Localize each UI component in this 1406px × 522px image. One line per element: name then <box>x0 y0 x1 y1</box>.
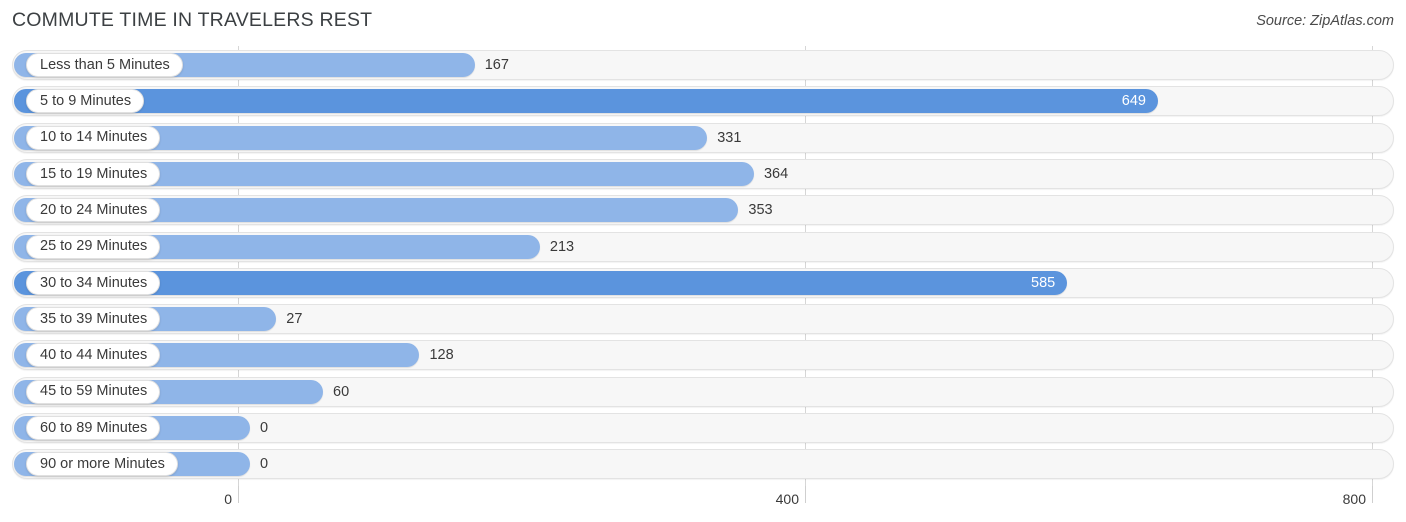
bar-value-label: 331 <box>717 129 742 146</box>
category-label-capsule: 10 to 14 Minutes <box>26 125 161 150</box>
category-label-capsule: 15 to 19 Minutes <box>26 161 161 186</box>
bar-row: 45 to 59 Minutes 60 <box>12 376 1394 407</box>
axis-tick-label-400: 400 <box>775 491 799 507</box>
bar-row: 35 to 39 Minutes 27 <box>12 304 1394 335</box>
category-label: 30 to 34 Minutes <box>40 274 148 291</box>
bar-row: 60 to 89 Minutes 0 <box>12 413 1394 443</box>
category-label: 5 to 9 Minutes <box>40 93 132 110</box>
bar-value-label: 649 <box>1121 93 1146 110</box>
axis-tick-mark <box>805 486 806 503</box>
bar-value-label: 213 <box>549 238 575 255</box>
bar-rows: Less than 5 Minutes 167 5 to 9 Minutes 649 1… <box>0 46 1406 486</box>
bar-row: 10 to 14 Minutes 331 <box>12 122 1394 153</box>
category-label-capsule: 5 to 9 Minutes <box>26 89 145 114</box>
bar-row: 25 to 29 Minutes 213 <box>12 231 1394 262</box>
category-label-capsule: 40 to 44 Minutes <box>26 343 161 368</box>
category-label-capsule: 45 to 59 Minutes <box>26 379 161 404</box>
bar-value-label: 0 <box>260 456 269 473</box>
bar-value-label: 27 <box>286 311 303 328</box>
category-label: 20 to 24 Minutes <box>40 201 148 218</box>
category-label: 25 to 29 Minutes <box>40 238 148 255</box>
chart-plot-area: Less than 5 Minutes 167 5 to 9 Minutes 649 1… <box>0 46 1406 486</box>
bar-row: 20 to 24 Minutes 353 <box>12 195 1394 226</box>
category-label-capsule: 35 to 39 Minutes <box>26 307 161 332</box>
category-label: 60 to 89 Minutes <box>40 419 148 436</box>
category-label-capsule: 25 to 29 Minutes <box>26 234 161 259</box>
bar-row: 15 to 19 Minutes 364 <box>12 158 1394 189</box>
category-label: 40 to 44 Minutes <box>40 347 148 364</box>
axis-tick-label-800: 800 <box>1342 491 1366 507</box>
bar-row: 5 to 9 Minutes 649 <box>12 86 1394 117</box>
bar-row: 30 to 34 Minutes 585 <box>12 267 1394 298</box>
bar[interactable] <box>14 270 1068 295</box>
page-title: COMMUTE TIME IN TRAVELERS REST <box>12 9 373 31</box>
bar-value-label: 364 <box>763 165 789 182</box>
category-label: 10 to 14 Minutes <box>40 129 148 146</box>
category-label: Less than 5 Minutes <box>40 56 170 73</box>
axis-tick-mark <box>238 486 239 503</box>
category-label: 15 to 19 Minutes <box>40 165 148 182</box>
bar-value-label: 585 <box>1031 274 1056 291</box>
bar-row: 40 to 44 Minutes 128 <box>12 340 1394 371</box>
source-attribution: Source: ZipAtlas.com <box>1256 13 1394 29</box>
bar-value-label: 60 <box>333 383 350 400</box>
axis-tick-label-0: 0 <box>224 491 232 507</box>
bar-row: 90 or more Minutes 0 <box>12 449 1394 480</box>
bar-value-label: 128 <box>429 347 454 364</box>
bar-row: Less than 5 Minutes 167 <box>12 50 1394 80</box>
category-label-capsule: Less than 5 Minutes <box>26 53 183 77</box>
x-axis: 0 400 800 <box>0 486 1406 522</box>
chart-header: COMMUTE TIME IN TRAVELERS REST Source: Z… <box>0 0 1406 44</box>
category-label-capsule: 20 to 24 Minutes <box>26 198 161 223</box>
category-label-capsule: 90 or more Minutes <box>26 452 178 477</box>
category-label-capsule: 60 to 89 Minutes <box>26 416 161 440</box>
category-label: 45 to 59 Minutes <box>40 383 148 400</box>
axis-tick-mark <box>1372 486 1373 503</box>
category-label: 35 to 39 Minutes <box>40 310 148 327</box>
bar[interactable] <box>14 89 1158 114</box>
bar-value-label: 353 <box>748 202 773 219</box>
bar-value-label: 167 <box>484 57 509 73</box>
category-label: 90 or more Minutes <box>40 456 165 473</box>
bar-value-label: 0 <box>260 420 269 436</box>
category-label-capsule: 30 to 34 Minutes <box>26 270 161 295</box>
